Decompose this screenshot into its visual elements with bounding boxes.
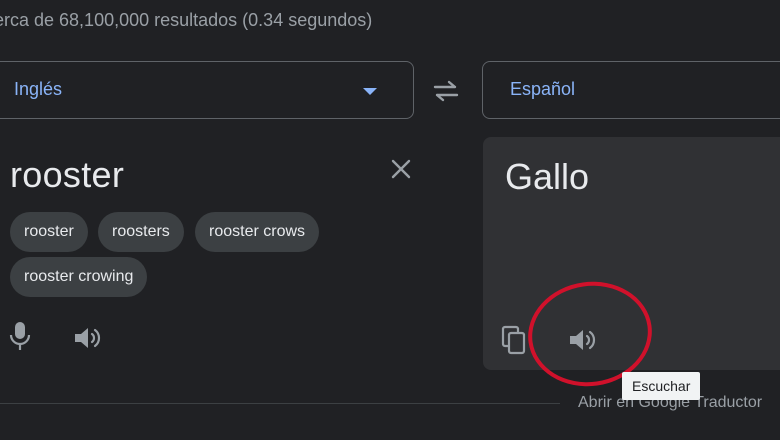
listen-tooltip: Escuchar — [622, 372, 701, 400]
listen-translation-button[interactable] — [565, 323, 599, 357]
translation-panel: Gallo — [483, 137, 780, 370]
translated-text: Gallo — [505, 156, 590, 197]
source-language-selector[interactable]: Inglés — [0, 61, 414, 119]
suggestion-chip[interactable]: rooster — [10, 212, 88, 252]
suggestion-chip[interactable]: roosters — [98, 212, 184, 252]
target-language-selector[interactable]: Español — [482, 61, 780, 119]
suggestion-chip[interactable]: rooster crowing — [10, 257, 148, 297]
dropdown-arrow-icon — [363, 88, 377, 95]
clear-text-button[interactable] — [385, 153, 417, 185]
target-language-label: Español — [510, 79, 576, 99]
swap-arrows-icon — [433, 80, 459, 102]
listen-source-button[interactable] — [70, 321, 104, 355]
source-language-label: Inglés — [14, 79, 63, 99]
divider — [0, 403, 560, 404]
copy-translation-button[interactable] — [497, 323, 531, 357]
close-icon — [391, 159, 411, 179]
speaker-icon — [570, 330, 596, 350]
source-text-input[interactable]: rooster — [10, 154, 124, 196]
microphone-button[interactable] — [3, 319, 37, 353]
speaker-icon — [75, 328, 101, 348]
microphone-icon — [9, 322, 31, 350]
swap-languages-button[interactable] — [428, 73, 464, 109]
copy-icon — [501, 325, 526, 355]
results-stats: erca de 68,100,000 resultados (0.34 segu… — [0, 10, 373, 30]
suggestion-chip[interactable]: rooster crows — [195, 212, 320, 252]
